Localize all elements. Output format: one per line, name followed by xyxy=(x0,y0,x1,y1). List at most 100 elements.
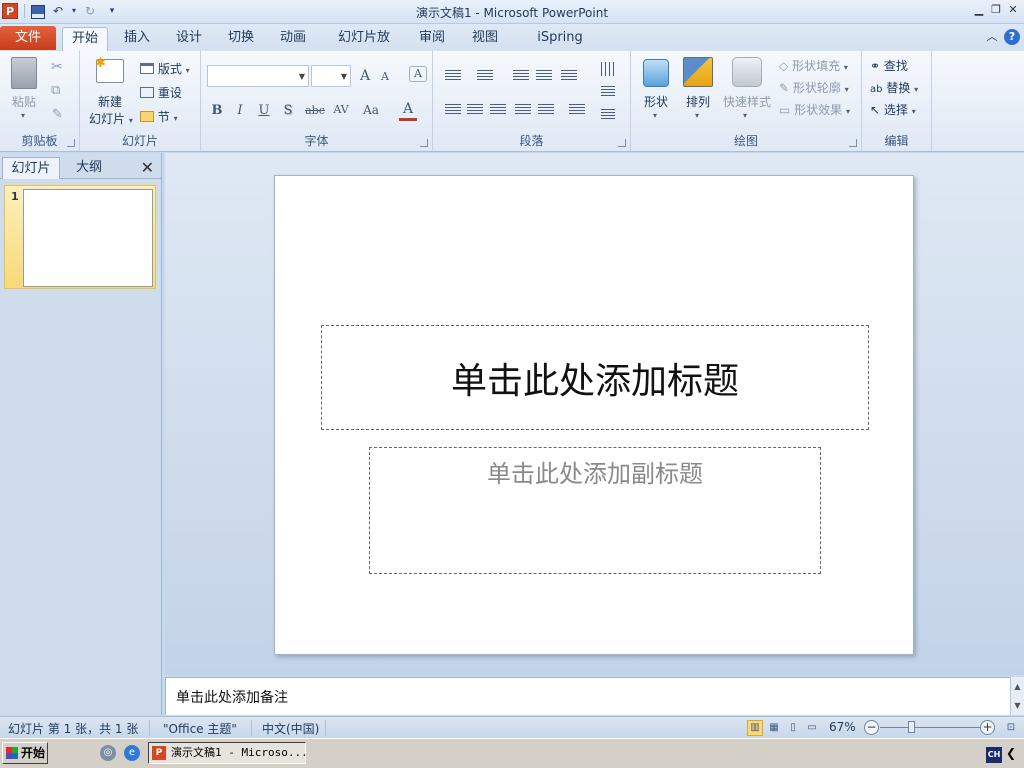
quick-styles-icon[interactable] xyxy=(732,57,762,87)
format-painter-icon[interactable]: ✎ xyxy=(52,107,63,122)
find-button[interactable]: ⚭ 查找 xyxy=(870,57,908,74)
internet-explorer-icon[interactable]: e xyxy=(124,745,140,761)
paragraph-launcher-icon[interactable] xyxy=(618,139,626,147)
paste-dropdown-icon[interactable]: ▾ xyxy=(21,111,25,120)
subtitle-placeholder[interactable]: 单击此处添加副标题 xyxy=(369,447,821,574)
tray-expand-icon[interactable]: ❮ xyxy=(1006,746,1016,760)
shrink-font-icon[interactable]: A xyxy=(376,70,394,83)
slide-sorter-icon[interactable]: ▦ xyxy=(766,720,782,736)
slide-show-icon[interactable]: ▭ xyxy=(804,720,820,736)
scroll-down-icon[interactable]: ▼ xyxy=(1011,696,1024,715)
zoom-out-icon[interactable]: − xyxy=(864,720,879,735)
strikethrough-icon[interactable]: abc xyxy=(303,104,327,117)
grow-font-icon[interactable]: A xyxy=(356,68,374,84)
numbering-icon[interactable] xyxy=(477,70,493,82)
start-button[interactable]: 开始 xyxy=(2,742,48,764)
minimize-icon[interactable]: ▁ xyxy=(972,3,986,17)
align-center-icon[interactable] xyxy=(467,104,483,116)
copy-icon[interactable]: ⧉ xyxy=(51,83,60,98)
slide-thumbnail-item[interactable]: 1 xyxy=(4,185,156,289)
normal-view-icon[interactable]: ▥ xyxy=(747,720,763,736)
tab-transitions[interactable]: 切换 xyxy=(223,27,259,51)
clear-formatting-icon[interactable]: A xyxy=(409,66,427,82)
tab-slide-show[interactable]: 幻灯片放映 xyxy=(328,27,400,67)
italic-icon[interactable]: I xyxy=(231,103,249,118)
tab-animations[interactable]: 动画 xyxy=(275,27,311,51)
zoom-in-icon[interactable]: + xyxy=(980,720,995,735)
bullets-icon[interactable] xyxy=(445,70,461,82)
tab-review[interactable]: 审阅 xyxy=(414,27,450,51)
zoom-level[interactable]: 67% xyxy=(829,720,856,734)
arrange-button[interactable]: 排列 xyxy=(686,93,710,110)
quick-styles-dropdown-icon[interactable]: ▾ xyxy=(743,111,747,120)
shape-effects-button[interactable]: ▭ 形状效果 ▾ xyxy=(779,101,850,118)
smartart-icon[interactable] xyxy=(601,109,615,121)
tab-view[interactable]: 视图 xyxy=(467,27,503,51)
shapes-dropdown-icon[interactable]: ▾ xyxy=(653,111,657,120)
align-right-icon[interactable] xyxy=(490,104,506,116)
new-slide-dropdown-icon[interactable]: ▾ xyxy=(129,116,133,125)
tab-file[interactable]: 文件 xyxy=(0,26,56,50)
quick-launch-explorer-icon[interactable]: ◎ xyxy=(100,745,116,761)
font-name-combo[interactable]: ▼ xyxy=(207,65,309,87)
section-button[interactable]: 节 ▾ xyxy=(140,108,178,125)
input-method-indicator[interactable]: CH xyxy=(986,747,1002,763)
clipboard-launcher-icon[interactable] xyxy=(67,139,75,147)
tab-outline-pane[interactable]: 大纲 xyxy=(62,157,116,179)
reset-button[interactable]: 重设 xyxy=(140,84,182,101)
theme-name[interactable]: "Office 主题" xyxy=(163,720,237,737)
close-icon[interactable]: ✕ xyxy=(1006,3,1020,17)
align-left-icon[interactable] xyxy=(445,104,461,116)
select-button[interactable]: ↖ 选择 ▾ xyxy=(870,101,916,118)
fit-to-window-icon[interactable]: ⊡ xyxy=(1003,720,1019,736)
arrange-dropdown-icon[interactable]: ▾ xyxy=(695,111,699,120)
columns-icon[interactable] xyxy=(569,104,585,116)
bold-icon[interactable]: B xyxy=(208,103,226,118)
layout-button[interactable]: 版式 ▾ xyxy=(140,60,190,77)
line-spacing-icon[interactable] xyxy=(561,70,577,82)
reading-view-icon[interactable]: ▯ xyxy=(785,720,801,736)
minimize-ribbon-icon[interactable]: ︿ xyxy=(984,29,1000,45)
distributed-icon[interactable] xyxy=(538,104,554,116)
slide-canvas[interactable]: 单击此处添加标题 单击此处添加副标题 xyxy=(274,175,914,655)
font-launcher-icon[interactable] xyxy=(420,139,428,147)
justify-icon[interactable] xyxy=(515,104,531,116)
font-size-combo[interactable]: ▼ xyxy=(311,65,351,87)
tab-insert[interactable]: 插入 xyxy=(119,27,155,51)
slide-thumbnail[interactable] xyxy=(23,189,153,287)
tab-ispring-free[interactable]: iSpring Free xyxy=(518,27,602,67)
drawing-launcher-icon[interactable] xyxy=(849,139,857,147)
restore-icon[interactable]: ❐ xyxy=(989,3,1003,17)
character-spacing-icon[interactable]: AV xyxy=(329,103,353,116)
new-slide-label[interactable]: 幻灯片 ▾ xyxy=(89,110,133,127)
quick-styles-button[interactable]: 快速样式 xyxy=(723,93,771,110)
notes-scrollbar[interactable]: ▲ ▼ xyxy=(1010,677,1024,715)
tab-home[interactable]: 开始 xyxy=(62,27,108,51)
shapes-button[interactable]: 形状 xyxy=(644,93,668,110)
paste-button[interactable]: 粘贴 xyxy=(12,93,36,110)
shape-outline-button[interactable]: ✎ 形状轮廓 ▾ xyxy=(779,79,849,96)
arrange-icon[interactable] xyxy=(683,57,713,87)
font-color-icon[interactable]: A xyxy=(399,101,417,121)
title-placeholder[interactable]: 单击此处添加标题 xyxy=(321,325,869,430)
zoom-slider-track[interactable] xyxy=(880,727,980,728)
change-case-icon[interactable]: Aa xyxy=(359,103,383,117)
tab-design[interactable]: 设计 xyxy=(171,27,207,51)
cut-icon[interactable]: ✂ xyxy=(51,59,63,75)
text-shadow-icon[interactable]: S xyxy=(279,103,297,118)
zoom-slider-thumb[interactable] xyxy=(908,721,915,733)
shape-fill-button[interactable]: ◇ 形状填充 ▾ xyxy=(779,57,848,74)
text-direction-icon[interactable] xyxy=(601,62,615,76)
taskbar-powerpoint-window[interactable]: P 演示文稿1 - Microso... xyxy=(148,742,306,764)
align-text-icon[interactable] xyxy=(601,86,615,98)
increase-indent-icon[interactable] xyxy=(536,70,552,82)
shapes-icon[interactable] xyxy=(643,59,669,87)
paste-icon[interactable] xyxy=(11,57,37,89)
scroll-up-icon[interactable]: ▲ xyxy=(1011,677,1024,696)
notes-pane[interactable]: 单击此处添加备注 xyxy=(165,677,1010,715)
help-icon[interactable]: ? xyxy=(1004,29,1020,45)
language-indicator[interactable]: 中文(中国) xyxy=(262,720,319,737)
replace-button[interactable]: ab 替换 ▾ xyxy=(870,79,918,96)
underline-icon[interactable]: U xyxy=(255,103,273,118)
tab-slides-pane[interactable]: 幻灯片 xyxy=(2,157,60,179)
